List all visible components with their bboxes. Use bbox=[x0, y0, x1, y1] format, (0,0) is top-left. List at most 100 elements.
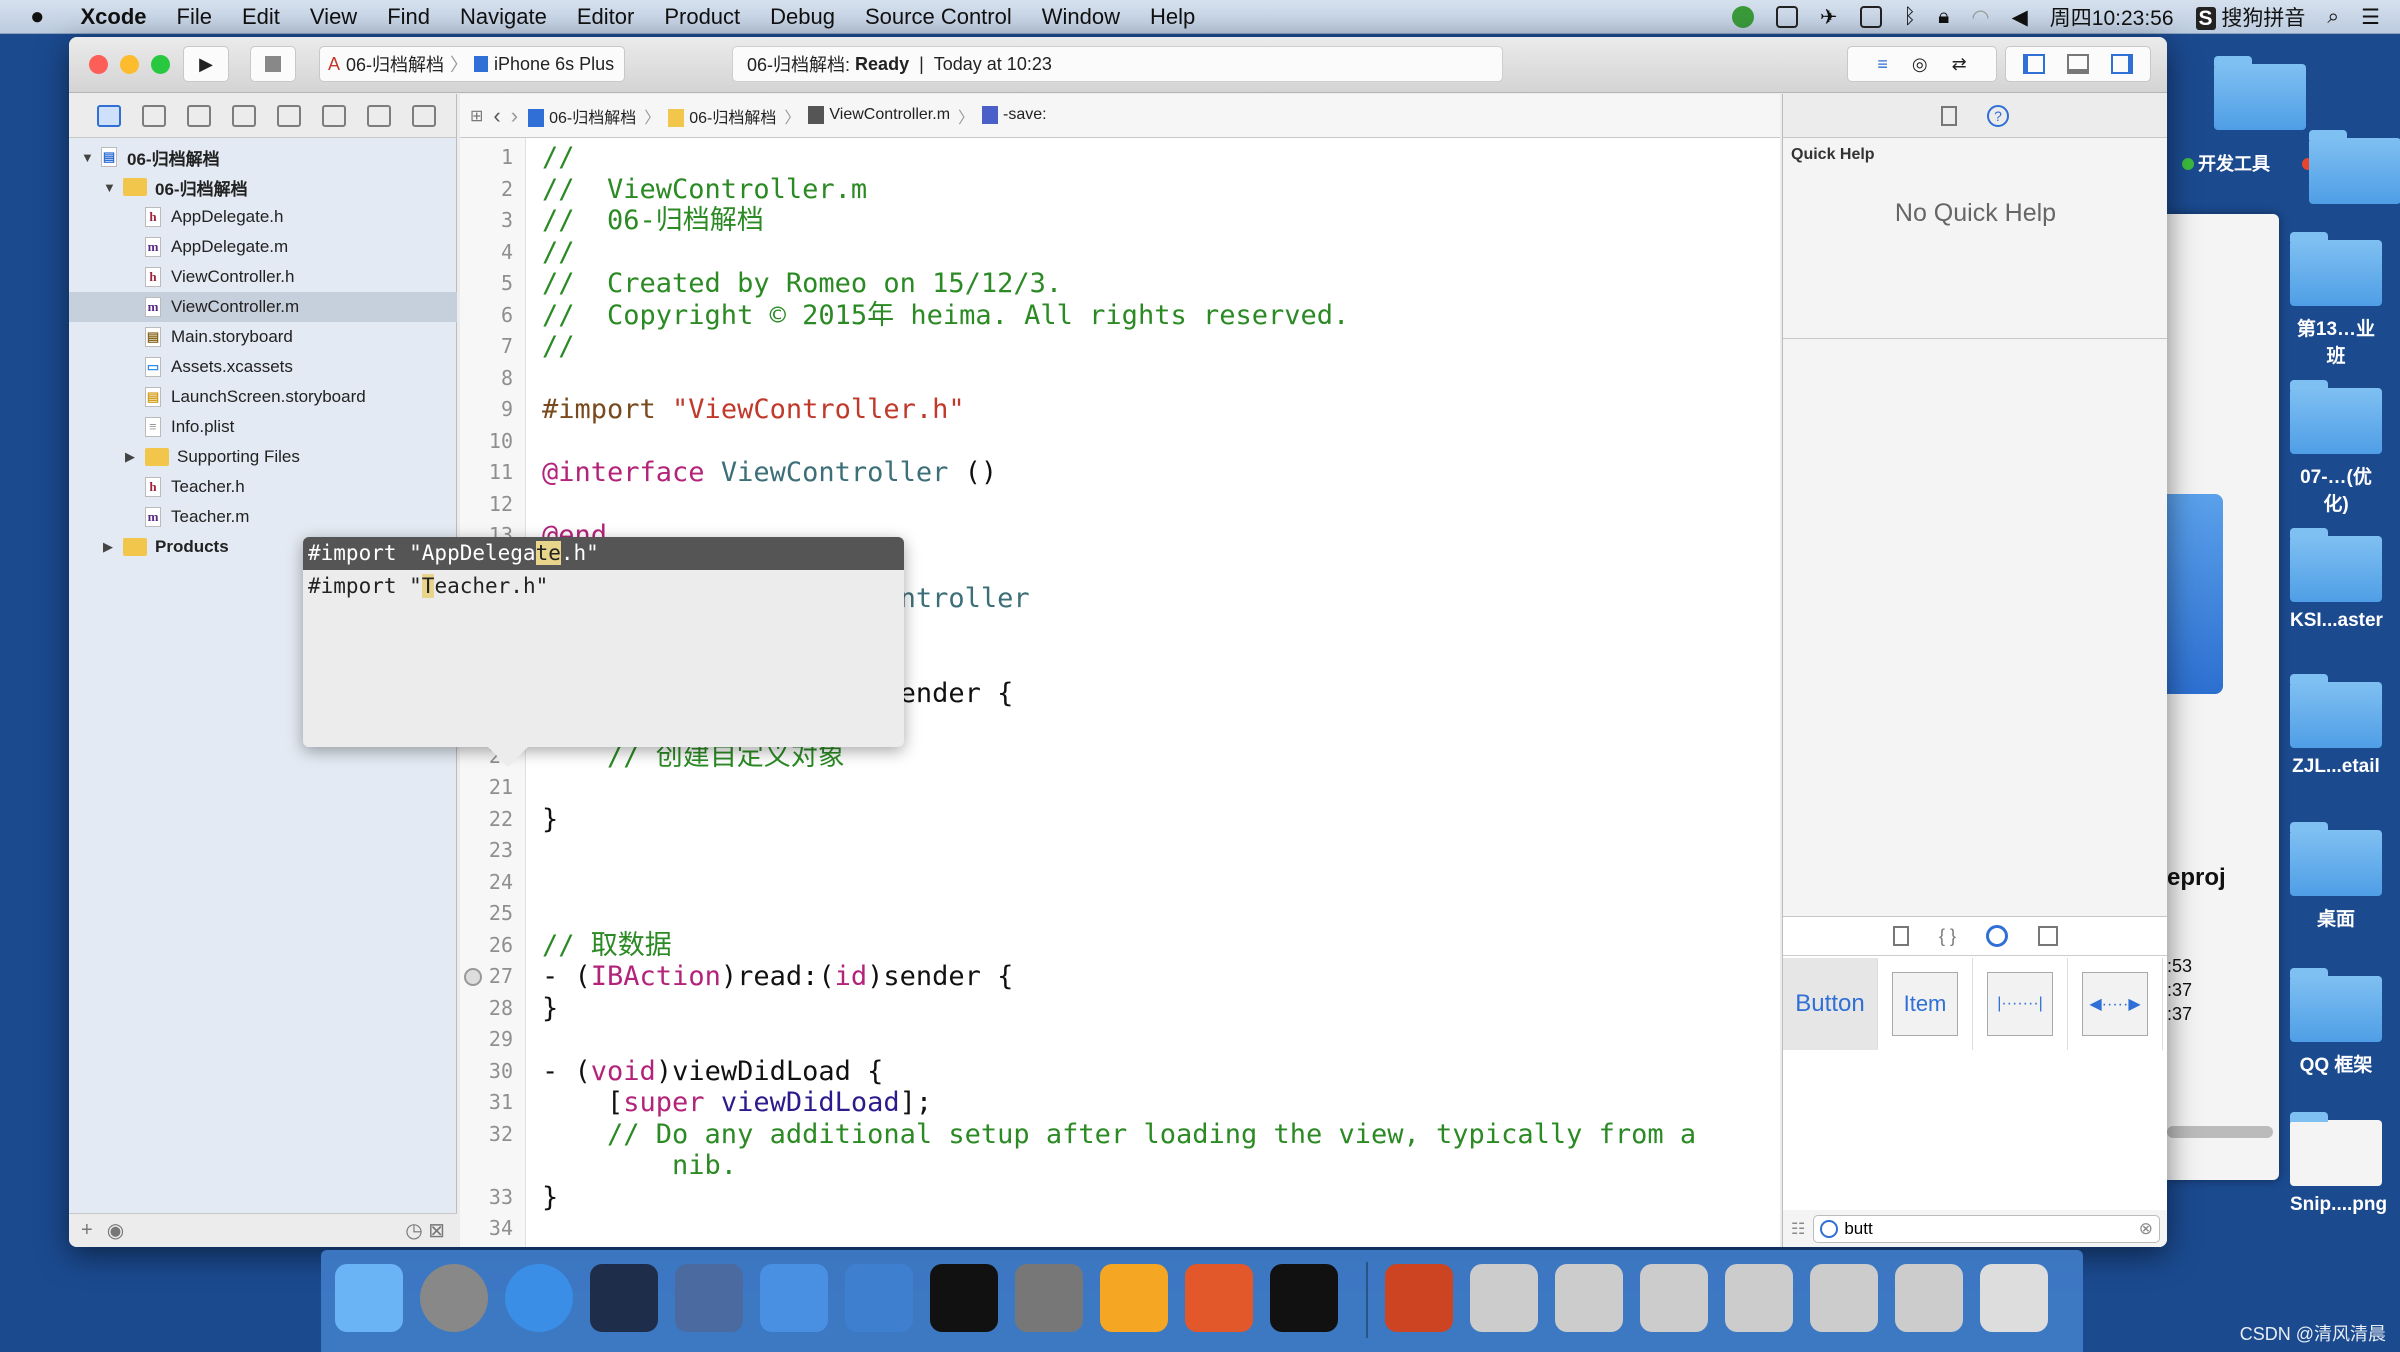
airplane-icon[interactable]: ✈ bbox=[1820, 5, 1838, 30]
bluetooth-icon[interactable]: ᛒ bbox=[1904, 5, 1917, 29]
ime-indicator[interactable]: S 搜狗拼音 bbox=[2195, 2, 2305, 32]
library-item-button[interactable]: Button bbox=[1783, 958, 1878, 1050]
menu-debug[interactable]: Debug bbox=[770, 4, 835, 30]
related-items-icon[interactable]: ⊞ bbox=[470, 106, 483, 126]
test-navigator-icon[interactable] bbox=[277, 104, 301, 127]
finder-scrollbar[interactable] bbox=[2167, 1126, 2273, 1138]
apple-menu-icon[interactable]: ● bbox=[30, 3, 45, 31]
close-window-button[interactable] bbox=[89, 55, 108, 74]
app-status-icon[interactable] bbox=[1731, 6, 1754, 28]
file-tree-item[interactable]: ▼ ▤ 06-归档解档 bbox=[69, 142, 457, 172]
project-navigator-icon[interactable] bbox=[97, 104, 121, 127]
screen-sharing-icon[interactable] bbox=[1810, 1264, 1878, 1332]
file-tree-item[interactable]: h Teacher.h bbox=[69, 472, 457, 502]
find-navigator-icon[interactable] bbox=[187, 104, 211, 127]
menu-edit[interactable]: Edit bbox=[242, 4, 280, 30]
list-view-icon[interactable]: ☷ bbox=[1791, 1219, 1805, 1239]
trash-icon[interactable] bbox=[1980, 1264, 2048, 1332]
menu-product[interactable]: Product bbox=[664, 4, 740, 30]
menu-find[interactable]: Find bbox=[387, 4, 430, 30]
library-item-flexible-space[interactable]: ◀·····▶ bbox=[2068, 958, 2163, 1050]
volume-icon[interactable]: ◀ bbox=[2012, 5, 2028, 30]
filter-scope-icon[interactable] bbox=[1820, 1219, 1839, 1238]
file-tree-item[interactable]: m ViewController.m bbox=[69, 292, 457, 322]
assistant-editor-icon[interactable]: ◎ bbox=[1912, 54, 1928, 75]
folder-icon[interactable] bbox=[2309, 130, 2400, 204]
version-editor-icon[interactable]: ⇄ bbox=[1952, 54, 1967, 75]
file-tree-item[interactable]: ▭ Assets.xcassets bbox=[69, 352, 457, 382]
toggle-debug-area-icon[interactable] bbox=[2067, 54, 2089, 74]
file-tree-item[interactable]: ▼ 06-归档解档 bbox=[69, 172, 457, 202]
menu-window[interactable]: Window bbox=[1042, 4, 1120, 30]
screen-sharing-icon[interactable] bbox=[1725, 1264, 1793, 1332]
finder-icon[interactable] bbox=[335, 1264, 403, 1332]
desktop-item[interactable]: ZJL...etail bbox=[2290, 674, 2382, 778]
toggle-utilities-icon[interactable] bbox=[2111, 54, 2133, 74]
disclosure-triangle-icon[interactable]: ▼ bbox=[103, 180, 117, 195]
lock-icon[interactable]: 🔒︎ bbox=[1938, 5, 1949, 29]
video-player-icon[interactable] bbox=[1385, 1264, 1453, 1332]
menu-source-control[interactable]: Source Control bbox=[865, 4, 1012, 30]
disclosure-triangle-icon[interactable]: ▶ bbox=[125, 449, 139, 465]
menu-file[interactable]: File bbox=[177, 4, 212, 30]
desktop-item[interactable]: KSI...aster bbox=[2290, 528, 2383, 632]
file-tree-item[interactable]: m AppDelegate.m bbox=[69, 232, 457, 262]
screen-sharing-icon[interactable] bbox=[1555, 1264, 1623, 1332]
menu-editor[interactable]: Editor bbox=[577, 4, 634, 30]
media-library-icon[interactable] bbox=[2038, 926, 2059, 946]
breadcrumb-item[interactable]: 06-归档解档 bbox=[668, 104, 776, 128]
camera-icon[interactable] bbox=[1859, 6, 1882, 28]
xcode-icon[interactable] bbox=[760, 1264, 828, 1332]
instruments-icon[interactable] bbox=[845, 1264, 913, 1332]
library-search-field[interactable]: butt ⊗ bbox=[1813, 1214, 2160, 1243]
run-button[interactable]: ▶ bbox=[183, 46, 229, 82]
library-item-fixed-space[interactable]: |·······| bbox=[1973, 958, 2068, 1050]
wifi-icon[interactable]: ◠ bbox=[1971, 5, 1989, 30]
safari-icon[interactable] bbox=[505, 1264, 573, 1332]
scheme-selector[interactable]: A 06-归档解档〉 iPhone 6s Plus bbox=[319, 46, 625, 82]
report-navigator-icon[interactable] bbox=[412, 104, 436, 127]
desktop-item[interactable]: QQ 框架 bbox=[2290, 968, 2382, 1077]
library-item-bar-button-item[interactable]: Item bbox=[1878, 958, 1973, 1050]
menu-help[interactable]: Help bbox=[1150, 4, 1195, 30]
desktop-item[interactable]: 开发工具 bbox=[2170, 150, 2282, 176]
disclosure-triangle-icon[interactable]: ▼ bbox=[81, 150, 95, 165]
notification-center-icon[interactable]: ☰ bbox=[2361, 5, 2380, 30]
menu-navigate[interactable]: Navigate bbox=[460, 4, 547, 30]
menu-view[interactable]: View bbox=[310, 4, 357, 30]
file-tree-item[interactable]: h AppDelegate.h bbox=[69, 202, 457, 232]
code-snippet-library-icon[interactable]: { } bbox=[1939, 926, 1956, 947]
desktop-item[interactable]: Snip....png bbox=[2290, 1112, 2387, 1216]
symbol-navigator-icon[interactable] bbox=[142, 104, 166, 127]
file-tree-item[interactable]: ▤ Main.storyboard bbox=[69, 322, 457, 352]
file-tree-item[interactable]: ▤ LaunchScreen.storyboard bbox=[69, 382, 457, 412]
menu-xcode[interactable]: Xcode bbox=[81, 4, 147, 30]
forward-button[interactable]: › bbox=[511, 103, 518, 129]
sketch-icon[interactable] bbox=[1100, 1264, 1168, 1332]
mouse-app-icon[interactable] bbox=[590, 1264, 658, 1332]
screen-sharing-icon[interactable] bbox=[1470, 1264, 1538, 1332]
quick-help-icon[interactable]: ? bbox=[1987, 104, 2009, 127]
power-icon[interactable] bbox=[1775, 6, 1798, 28]
completion-item[interactable]: #import "Teacher.h" bbox=[303, 570, 904, 603]
file-template-library-icon[interactable] bbox=[1892, 926, 1909, 946]
photo-booth-icon[interactable] bbox=[675, 1264, 743, 1332]
file-tree-item[interactable]: m Teacher.m bbox=[69, 502, 457, 532]
breakpoint-navigator-icon[interactable] bbox=[367, 104, 391, 127]
system-preferences-icon[interactable] bbox=[1015, 1264, 1083, 1332]
recent-files-icon[interactable]: ◷ ⊠ bbox=[405, 1218, 445, 1243]
file-tree-item[interactable]: ▶ Supporting Files bbox=[69, 442, 457, 472]
terminal-icon[interactable] bbox=[930, 1264, 998, 1332]
stop-button[interactable] bbox=[250, 46, 296, 82]
completion-item[interactable]: #import "AppDelegate.h" bbox=[303, 537, 904, 570]
file-tree-item[interactable]: h ViewController.h bbox=[69, 262, 457, 292]
file-tree-item[interactable]: ≡ Info.plist bbox=[69, 412, 457, 442]
debug-navigator-icon[interactable] bbox=[322, 104, 346, 127]
launchpad-icon[interactable] bbox=[420, 1264, 488, 1332]
back-button[interactable]: ‹ bbox=[493, 103, 500, 129]
desktop-item[interactable]: 第13…业班 bbox=[2290, 232, 2382, 368]
breadcrumb-item[interactable]: 06-归档解档 bbox=[528, 104, 636, 128]
clock[interactable]: 周四10:23:56 bbox=[2050, 2, 2174, 32]
zoom-window-button[interactable] bbox=[151, 55, 170, 74]
add-file-icon[interactable]: + bbox=[81, 1219, 93, 1242]
